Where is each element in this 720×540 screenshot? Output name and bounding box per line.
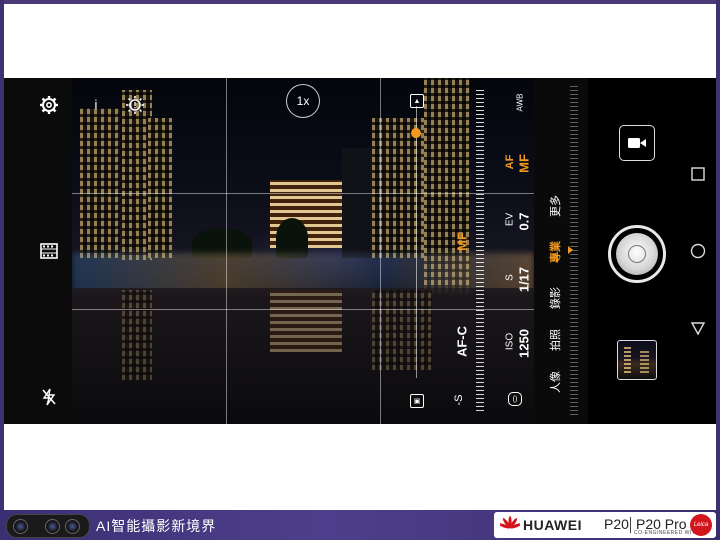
video-camera-icon[interactable] xyxy=(619,125,655,161)
grid-line xyxy=(226,78,227,424)
camera-screen: 1x i ▲ ▣ -S () ISO 1250 S 1/17 EV 0.7 AF… xyxy=(4,78,716,424)
capture-controls xyxy=(588,78,678,424)
shutter-inner xyxy=(616,233,658,275)
mode-item-portrait[interactable]: 人像 xyxy=(547,362,563,402)
gallery-thumbnail[interactable] xyxy=(617,340,657,380)
pro-parameter-panel: ▲ ▣ -S () ISO 1250 S 1/17 EV 0.7 AF MF A… xyxy=(372,78,534,424)
reflection xyxy=(270,290,342,352)
metering-mode-value[interactable]: -S xyxy=(453,385,465,415)
ev-value[interactable]: 0.7 xyxy=(517,202,532,242)
huawei-logo-icon xyxy=(500,516,520,529)
shutter-button[interactable] xyxy=(608,225,666,283)
banner-slogan: AI智能攝影新境界 xyxy=(96,518,217,534)
focus-side-value[interactable]: MF xyxy=(455,222,470,262)
mf-label[interactable]: MF xyxy=(517,144,532,184)
recent-apps-icon[interactable] xyxy=(690,166,706,182)
mode-item-photo[interactable]: 拍照 xyxy=(547,320,563,360)
af-label[interactable]: AF xyxy=(504,142,516,182)
awb-label[interactable]: AWB xyxy=(516,83,525,123)
android-nav-bar xyxy=(678,78,716,424)
promo-banner: AI智能攝影新境界 HUAWEI P20 P20 Pro CO-ENGINEER… xyxy=(0,510,720,540)
focus-slider-track[interactable] xyxy=(416,106,417,378)
lens-icon xyxy=(65,519,80,534)
info-icon[interactable]: i xyxy=(86,94,106,114)
gear-icon[interactable] xyxy=(38,94,60,116)
metering-icon[interactable]: () xyxy=(508,392,522,406)
zoom-label: 1x xyxy=(296,94,310,108)
brand-lockup: HUAWEI P20 P20 Pro CO-ENGINEERED WITH Le… xyxy=(494,512,716,538)
iso-value[interactable]: 1250 xyxy=(517,324,532,364)
tree xyxy=(276,218,308,258)
left-control-bar xyxy=(4,78,72,424)
shutter-speed-label: S xyxy=(504,274,516,281)
slide-frame-right xyxy=(716,0,720,540)
co-engineered-label: CO-ENGINEERED WITH xyxy=(634,530,700,536)
flash-off-icon[interactable] xyxy=(38,386,60,408)
mode-selector[interactable]: 人像 拍照 錄影 專業 更多 xyxy=(534,78,588,424)
mode-item-pro[interactable]: 專業 xyxy=(547,232,563,272)
ev-label: EV xyxy=(504,212,516,227)
parameter-scale[interactable] xyxy=(476,90,484,412)
leica-logo: Leica xyxy=(690,514,712,536)
macro-focus-icon: ▲ xyxy=(410,94,424,108)
building xyxy=(80,108,120,258)
zoom-button[interactable]: 1x xyxy=(286,84,320,118)
infinity-focus-icon: ▣ xyxy=(410,394,424,408)
thumbnail-building xyxy=(640,351,649,373)
back-icon[interactable] xyxy=(690,320,706,336)
camera-module-icon xyxy=(6,514,90,538)
shutter-ring xyxy=(628,245,646,263)
lens-icon xyxy=(13,519,28,534)
film-icon[interactable] xyxy=(38,240,60,262)
brand-name: HUAWEI xyxy=(523,517,582,533)
building xyxy=(342,148,376,258)
lens-icon xyxy=(45,519,60,534)
divider xyxy=(630,517,631,533)
shutter-speed-value[interactable]: 1/17 xyxy=(517,260,532,300)
focus-mode-value[interactable]: AF-C xyxy=(455,318,470,366)
thumbnail-building xyxy=(624,347,631,373)
mode-item-video[interactable]: 錄影 xyxy=(547,278,563,318)
mode-indicator-icon xyxy=(568,246,573,254)
model-name: P20 xyxy=(604,516,629,532)
slide-frame-top xyxy=(0,0,720,4)
iso-label: ISO xyxy=(504,332,516,351)
building xyxy=(148,118,172,258)
mode-item-more[interactable]: 更多 xyxy=(547,186,563,226)
light-painting-icon[interactable] xyxy=(124,94,146,116)
reflection xyxy=(122,290,152,380)
focus-slider-knob[interactable] xyxy=(411,128,421,139)
home-icon[interactable] xyxy=(690,243,706,259)
